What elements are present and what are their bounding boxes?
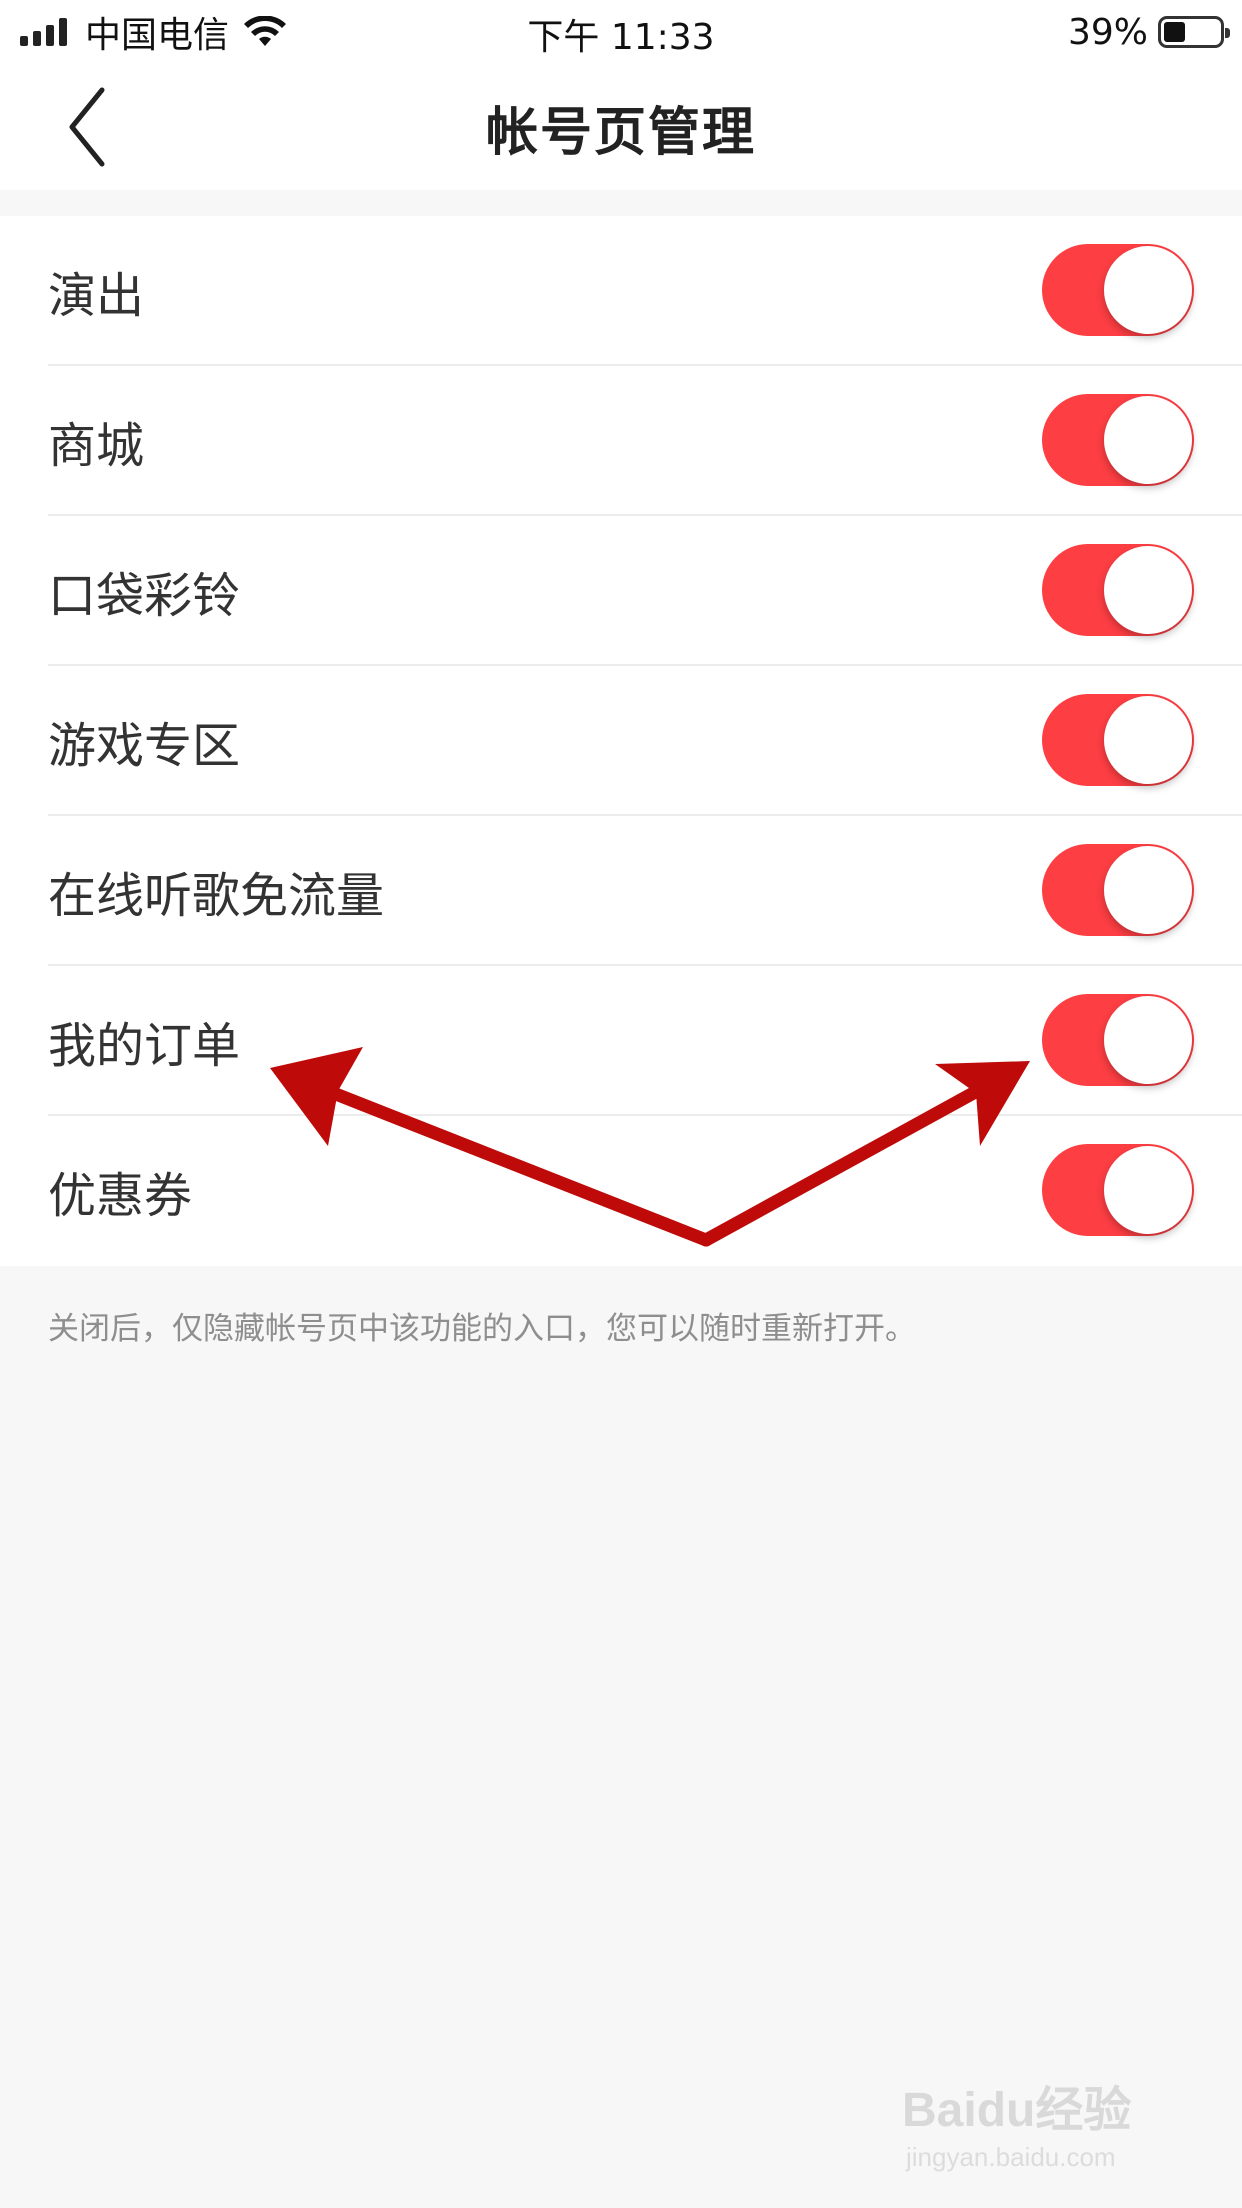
toggle-switch[interactable] — [1042, 244, 1194, 336]
setting-row-coupons: 优惠券 — [0, 1116, 1242, 1266]
toggle-switch[interactable] — [1042, 844, 1194, 936]
setting-row-my-orders: 我的订单 — [0, 966, 1242, 1116]
nav-bar: 帐号页管理 — [0, 62, 1242, 190]
setting-label: 优惠券 — [48, 1168, 193, 1224]
watermark-brand: Baidu经验 — [902, 2084, 1132, 2137]
page-title: 帐号页管理 — [485, 103, 756, 163]
status-bar: 中国电信 下午 11:33 39% — [0, 0, 1242, 62]
toggle-knob — [1104, 546, 1192, 634]
setting-label: 在线听歌免流量 — [48, 868, 385, 924]
toggle-switch[interactable] — [1042, 544, 1194, 636]
toggle-knob — [1104, 996, 1192, 1084]
toggle-switch[interactable] — [1042, 694, 1194, 786]
setting-label: 商城 — [48, 418, 145, 474]
battery-icon — [1158, 16, 1230, 48]
toggle-knob — [1104, 396, 1192, 484]
battery-percent: 39% — [1067, 11, 1148, 53]
setting-row-performances: 演出 — [0, 216, 1242, 366]
watermark: Baidu经验 jingyan.baidu.com — [902, 2070, 1182, 2180]
status-time: 下午 11:33 — [527, 17, 715, 58]
toggle-knob — [1104, 1146, 1192, 1234]
setting-label: 演出 — [48, 268, 145, 324]
toggle-switch[interactable] — [1042, 994, 1194, 1086]
toggle-knob — [1104, 246, 1192, 334]
settings-list: 演出 商城 口袋彩铃 游戏专区 在线听歌免流量 我的订单 优惠券 — [0, 216, 1242, 1266]
setting-row-games: 游戏专区 — [0, 666, 1242, 816]
setting-row-ringtone: 口袋彩铃 — [0, 516, 1242, 666]
setting-row-mall: 商城 — [0, 366, 1242, 516]
status-bar-right: 39% — [1067, 10, 1230, 54]
toggle-knob — [1104, 696, 1192, 784]
setting-row-free-streaming: 在线听歌免流量 — [0, 816, 1242, 966]
toggle-switch[interactable] — [1042, 394, 1194, 486]
setting-label: 我的订单 — [48, 1018, 241, 1074]
toggle-knob — [1104, 846, 1192, 934]
setting-label: 口袋彩铃 — [48, 568, 241, 624]
toggle-switch[interactable] — [1042, 1144, 1194, 1236]
battery-level — [1164, 22, 1186, 42]
watermark-url: jingyan.baidu.com — [906, 2142, 1116, 2172]
setting-label: 游戏专区 — [48, 718, 241, 774]
settings-footnote: 关闭后，仅隐藏帐号页中该功能的入口，您可以随时重新打开。 — [48, 1311, 916, 1347]
